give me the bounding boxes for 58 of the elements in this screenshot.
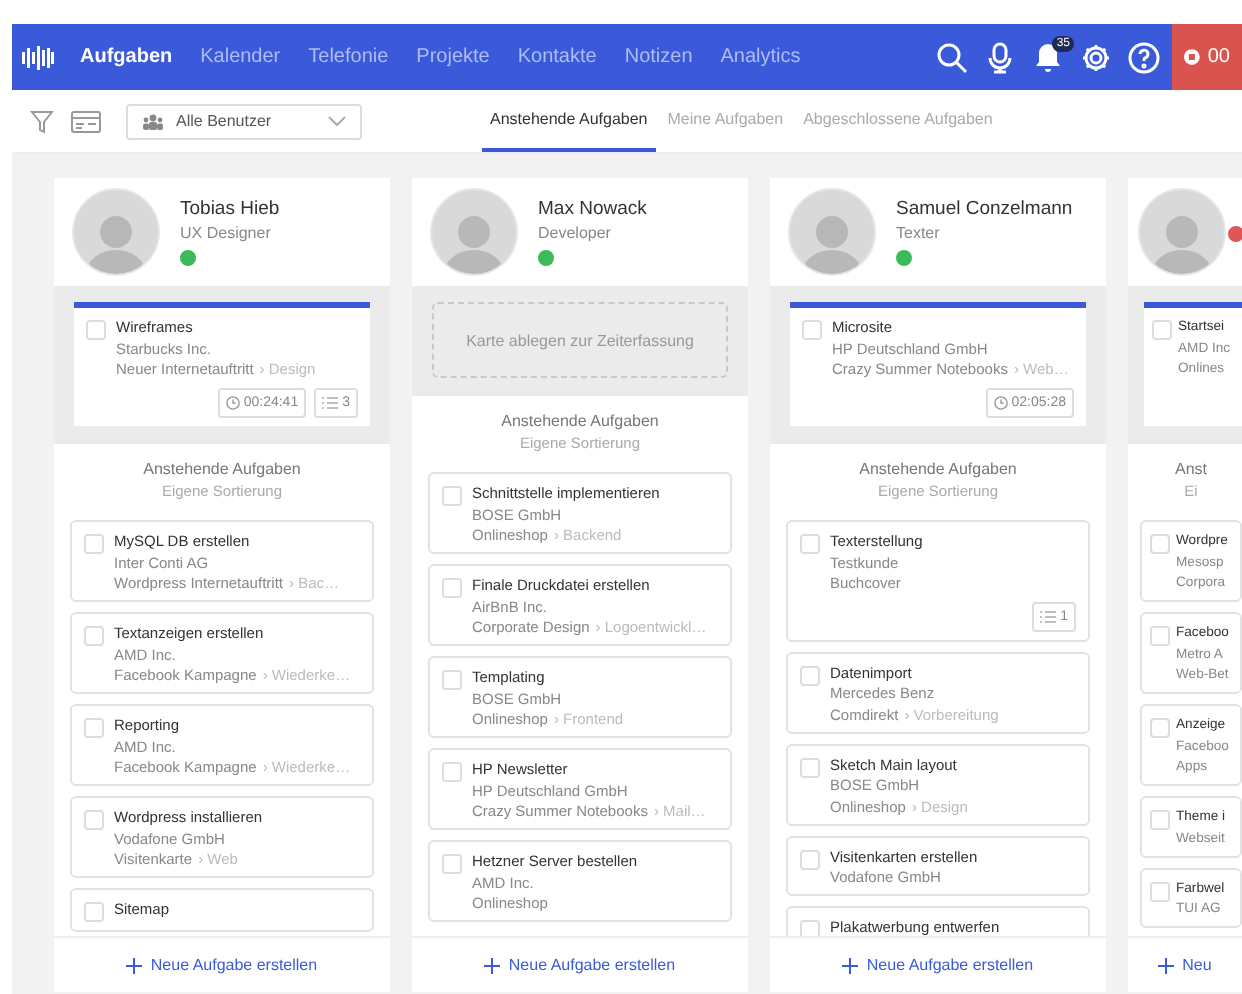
- task-checkbox[interactable]: [800, 534, 820, 554]
- user-role: Texter: [896, 224, 942, 242]
- task-checkbox[interactable]: [1150, 718, 1170, 738]
- list-title: Anstehende Aufgaben: [501, 412, 659, 430]
- list-title: Anstehende Aufgaben: [859, 460, 1017, 478]
- task-checkbox[interactable]: [442, 762, 462, 782]
- card-view-button[interactable]: [70, 109, 102, 133]
- filter-button[interactable]: [30, 109, 54, 133]
- plus-icon: [842, 957, 859, 973]
- plus-icon: [126, 957, 143, 973]
- list-title: Anstehende Aufgaben: [143, 460, 301, 478]
- clock-icon: [225, 395, 240, 409]
- plus-icon: [1158, 957, 1175, 973]
- user-name: Samuel Conzelmann: [896, 198, 1073, 220]
- user-name: Tobias Hieb: [180, 198, 280, 220]
- list-icon: [1040, 609, 1057, 623]
- help-button[interactable]: [1124, 37, 1164, 77]
- task-checkbox[interactable]: [1150, 626, 1170, 646]
- user-role: UX Designer: [180, 224, 273, 242]
- task-checkbox[interactable]: [84, 718, 104, 738]
- avatar: [72, 188, 160, 276]
- list-title: Anst: [1174, 460, 1207, 478]
- task-checkbox[interactable]: [442, 854, 462, 874]
- chevron-down-icon: [328, 116, 346, 126]
- user-role: Developer: [538, 224, 613, 242]
- stop-timer-button[interactable]: 00: [1172, 24, 1242, 90]
- task-checkbox[interactable]: [1150, 881, 1170, 901]
- task-checkbox[interactable]: [1150, 810, 1170, 830]
- task-checkbox[interactable]: [442, 670, 462, 690]
- new-task-link[interactable]: Neue Aufgabe erstellen: [842, 956, 1034, 974]
- task-checkbox[interactable]: [84, 626, 104, 646]
- user-filter-dropdown[interactable]: Alle Benutzer: [126, 103, 362, 139]
- task-checkbox[interactable]: [800, 849, 820, 869]
- user-name: Max Nowack: [538, 198, 647, 220]
- task-checkbox[interactable]: [442, 578, 462, 598]
- new-task-link[interactable]: Neue Aufgabe erstellen: [484, 956, 676, 974]
- nav-tab[interactable]: Aufgaben: [66, 24, 187, 90]
- avatar: [1138, 188, 1226, 276]
- task-checkbox[interactable]: [442, 486, 462, 506]
- task-checkbox[interactable]: [84, 902, 104, 922]
- task-checkbox[interactable]: [800, 665, 820, 685]
- clock-icon: [993, 395, 1008, 409]
- stop-icon: [1184, 44, 1200, 70]
- task-checkbox[interactable]: [86, 320, 106, 340]
- plus-icon: [484, 957, 501, 973]
- task-checkbox[interactable]: [84, 810, 104, 830]
- task-checkbox[interactable]: [800, 757, 820, 777]
- list-icon: [322, 395, 339, 409]
- task-checkbox[interactable]: [802, 320, 822, 340]
- avatar: [788, 188, 876, 276]
- new-task-link[interactable]: Neu: [1158, 956, 1212, 974]
- logo-icon: [22, 45, 54, 69]
- avatar: [430, 188, 518, 276]
- task-checkbox[interactable]: [1150, 534, 1170, 554]
- task-checkbox[interactable]: [84, 534, 104, 554]
- task-checkbox[interactable]: [1152, 320, 1172, 340]
- new-task-link[interactable]: Neue Aufgabe erstellen: [126, 956, 318, 974]
- users-icon: [142, 113, 164, 129]
